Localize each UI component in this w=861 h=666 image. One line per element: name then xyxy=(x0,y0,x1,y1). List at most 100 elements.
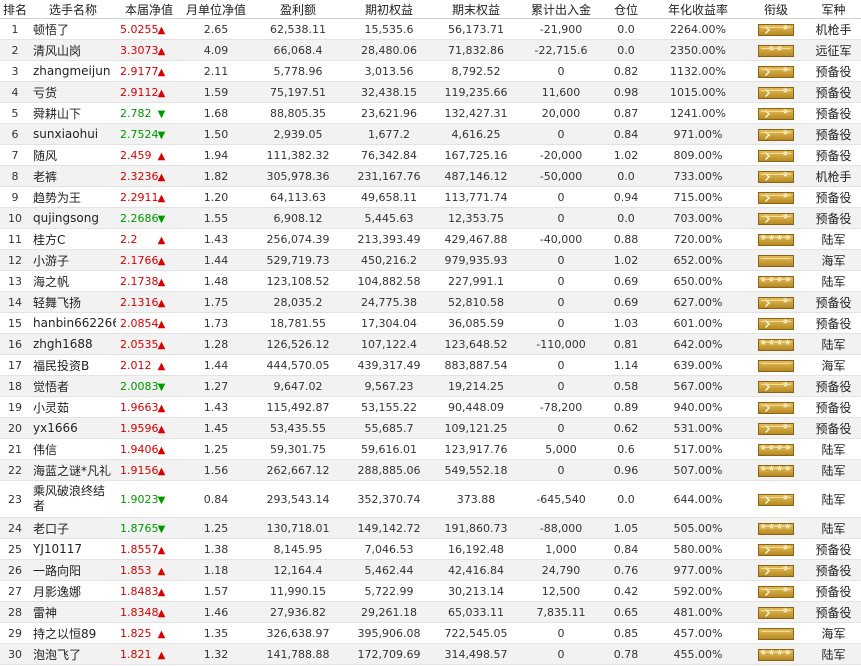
table-row[interactable]: 30 泡泡飞了 1.821 ▲ 1.32 141,788.88 172,709.69 314,… xyxy=(0,643,861,665)
rank-cell: 11 xyxy=(0,228,30,250)
table-row[interactable]: 19 小灵茹 1.9663▲ 1.43 115,492.87 53,155.22 90,44… xyxy=(0,396,861,418)
table-row[interactable]: 4 亏货 2.9112▲ 1.59 75,197.51 32,438.15 119,235.… xyxy=(0,81,861,103)
player-name-link[interactable]: 舜耕山下 xyxy=(30,102,116,124)
table-row[interactable]: 3 zhangmeijun 2.9177▲ 2.11 5,778.96 3,013.56 8… xyxy=(0,60,861,82)
player-name-link[interactable]: 清风山岗 xyxy=(30,39,116,61)
header-profit[interactable]: 盈利额 xyxy=(250,0,346,19)
player-name-link[interactable]: 随风 xyxy=(30,144,116,166)
rank-cell: 27 xyxy=(0,580,30,602)
player-name-link[interactable]: YJ10117 xyxy=(30,538,116,560)
player-name-link[interactable]: 亏货 xyxy=(30,81,116,103)
table-row[interactable]: 24 老口子 1.8765▼ 1.25 130,718.01 149,142.72 191,… xyxy=(0,517,861,539)
net-flow-cell: 0 xyxy=(520,417,602,439)
table-row[interactable]: 25 YJ10117 1.8557▲ 1.38 8,145.95 7,046.53 16,1… xyxy=(0,538,861,560)
header-player[interactable]: 选手名称 xyxy=(30,0,116,19)
table-row[interactable]: 27 月影逸娜 1.8483▲ 1.57 11,990.15 5,722.99 30,213… xyxy=(0,580,861,602)
table-row[interactable]: 20 yx1666 1.9596▲ 1.45 53,435.55 55,685.7 109,… xyxy=(0,417,861,439)
player-name-link[interactable]: 海之帆 xyxy=(30,270,116,292)
player-name-link[interactable]: 桂方C xyxy=(30,228,116,250)
header-nav[interactable]: 本届净值 xyxy=(116,0,182,19)
player-name-link[interactable]: 雷神 xyxy=(30,601,116,623)
table-row[interactable]: 18 觉悟者 2.0083▼ 1.27 9,647.02 9,567.23 19,214.2… xyxy=(0,375,861,397)
header-start-equity[interactable]: 期初权益 xyxy=(346,0,432,19)
annual-return-cell: 457.00% xyxy=(650,622,746,644)
header-position[interactable]: 仓位 xyxy=(602,0,650,19)
player-name-link[interactable]: 觉悟者 xyxy=(30,375,116,397)
player-name-link[interactable]: 福民投资B xyxy=(30,354,116,376)
player-name-link[interactable]: yx1666 xyxy=(30,417,116,439)
player-name-link[interactable]: 小游子 xyxy=(30,249,116,271)
army-cell: 陆军 xyxy=(806,459,861,481)
table-row[interactable]: 29 持之以恒89 1.825 ▲ 1.35 326,638.97 395,906.08 72… xyxy=(0,622,861,644)
annual-return-cell: 517.00% xyxy=(650,438,746,460)
player-name-link[interactable]: 老口子 xyxy=(30,517,116,539)
rank-cell: 17 xyxy=(0,354,30,376)
nav-value: 2.1766 xyxy=(120,253,159,267)
profit-cell: 5,778.96 xyxy=(250,60,346,82)
army-cell: 陆军 xyxy=(806,333,861,355)
table-row[interactable]: 22 海蓝之谜*凡礼 1.9156▲ 1.56 262,667.12 288,885.06… xyxy=(0,459,861,481)
rank-badge-cell: ★ xyxy=(746,291,806,313)
player-name-link[interactable]: 海蓝之谜*凡礼 xyxy=(30,459,116,481)
table-row[interactable]: 2 清风山岗 3.3073▲ 4.09 66,068.4 28,480.06 71,832.… xyxy=(0,39,861,61)
player-name-link[interactable]: 伟信 xyxy=(30,438,116,460)
rank-badge-cell: ★★★★ xyxy=(746,270,806,292)
player-name-link[interactable]: 老裤 xyxy=(30,165,116,187)
player-name-link[interactable]: 轻舞飞扬 xyxy=(30,291,116,313)
header-rank-badge[interactable]: 衔级 xyxy=(746,0,806,19)
table-row[interactable]: 9 趋势为王 2.2911▲ 1.20 64,113.63 49,658.11 113,77… xyxy=(0,186,861,208)
table-row[interactable]: 14 轻舞飞扬 2.1316▲ 1.75 28,035.2 24,775.38 52,810… xyxy=(0,291,861,313)
table-row[interactable]: 15 hanbin662266 2.0854▲ 1.73 18,781.55 17,304… xyxy=(0,312,861,334)
month-nav-cell: 4.09 xyxy=(182,39,250,61)
player-name-link[interactable]: sunxiaohui xyxy=(30,123,116,145)
player-name-link[interactable]: 小灵茹 xyxy=(30,396,116,418)
player-name-link[interactable]: 持之以恒89 xyxy=(30,622,116,644)
header-annual-return[interactable]: 年化收益率 xyxy=(650,0,746,19)
table-row[interactable]: 16 zhgh1688 2.0535▲ 1.28 126,526.12 107,122.4… xyxy=(0,333,861,355)
table-row[interactable]: 13 海之帆 2.1738▲ 1.48 123,108.52 104,882.58 227,… xyxy=(0,270,861,292)
player-name-link[interactable]: qujingsong xyxy=(30,207,116,229)
table-row[interactable]: 6 sunxiaohui 2.7524▼ 1.50 2,939.05 1,677.2 4,6… xyxy=(0,123,861,145)
nav-cell: 1.9023▼ xyxy=(116,480,182,518)
table-row[interactable]: 23 乘风破浪终结者 1.9023▼ 0.84 293,543.14 352,370.74… xyxy=(0,480,861,518)
player-name-link[interactable]: 乘风破浪终结者 xyxy=(30,480,116,518)
net-flow-cell: 1,000 xyxy=(520,538,602,560)
player-name-link[interactable]: zhgh1688 xyxy=(30,333,116,355)
player-name-link[interactable]: 一路向阳 xyxy=(30,559,116,581)
player-name-link[interactable]: 月影逸娜 xyxy=(30,580,116,602)
nav-value: 1.8557 xyxy=(120,542,159,556)
table-row[interactable]: 7 随风 2.459 ▲ 1.94 111,382.32 76,342.84 167,725.… xyxy=(0,144,861,166)
player-name-link[interactable]: zhangmeijun xyxy=(30,60,116,82)
header-army[interactable]: 军种 xyxy=(806,0,861,19)
profit-cell: 256,074.39 xyxy=(250,228,346,250)
header-rank[interactable]: 排名 xyxy=(0,0,30,19)
player-name-link[interactable]: hanbin662266 xyxy=(30,312,116,334)
player-name-link[interactable]: 泡泡飞了 xyxy=(30,643,116,665)
table-row[interactable]: 28 雷神 1.8348▲ 1.46 27,936.82 29,261.18 65,033.… xyxy=(0,601,861,623)
rank-insignia-icon: ★ xyxy=(758,380,794,393)
table-row[interactable]: 10 qujingsong 2.2686▼ 1.55 6,908.12 5,445.63 1… xyxy=(0,207,861,229)
rank-insignia-icon: ★★★★ xyxy=(758,648,794,661)
table-row[interactable]: 12 小游子 2.1766▲ 1.44 529,719.73 450,216.2 979,9… xyxy=(0,249,861,271)
army-cell: 预备役 xyxy=(806,417,861,439)
table-row[interactable]: 5 舜耕山下 2.782 ▼ 1.68 88,805.35 23,621.96 132,427… xyxy=(0,102,861,124)
nav-cell: 2.2686▼ xyxy=(116,207,182,229)
table-row[interactable]: 8 老裤 2.3236▲ 1.82 305,978.36 231,167.76 487,14… xyxy=(0,165,861,187)
table-row[interactable]: 11 桂方C 2.2 ▲ 1.43 256,074.39 213,393.49 429,467… xyxy=(0,228,861,250)
end-equity-cell: 113,771.74 xyxy=(432,186,520,208)
rank-cell: 7 xyxy=(0,144,30,166)
table-row[interactable]: 21 伟信 1.9406▲ 1.25 59,301.75 59,616.01 123,917… xyxy=(0,438,861,460)
table-row[interactable]: 1 顿悟了 5.0255▲ 2.65 62,538.11 15,535.6 56,173.7… xyxy=(0,18,861,40)
header-end-equity[interactable]: 期末权益 xyxy=(432,0,520,19)
profit-cell: 53,435.55 xyxy=(250,417,346,439)
header-net-flow[interactable]: 累计出入金 xyxy=(520,0,602,19)
nav-value: 2.1738 xyxy=(120,274,159,288)
header-month-nav[interactable]: 月单位净值 xyxy=(182,0,250,19)
table-row[interactable]: 26 一路向阳 1.853 ▲ 1.18 12,164.4 5,462.44 42,416.8… xyxy=(0,559,861,581)
annual-return-cell: 627.00% xyxy=(650,291,746,313)
player-name-link[interactable]: 顿悟了 xyxy=(30,18,116,40)
profit-cell: 115,492.87 xyxy=(250,396,346,418)
table-row[interactable]: 17 福民投资B 2.012 ▲ 1.44 444,570.05 439,317.49 883… xyxy=(0,354,861,376)
rank-insignia-icon: ★★★★ xyxy=(758,275,794,288)
player-name-link[interactable]: 趋势为王 xyxy=(30,186,116,208)
